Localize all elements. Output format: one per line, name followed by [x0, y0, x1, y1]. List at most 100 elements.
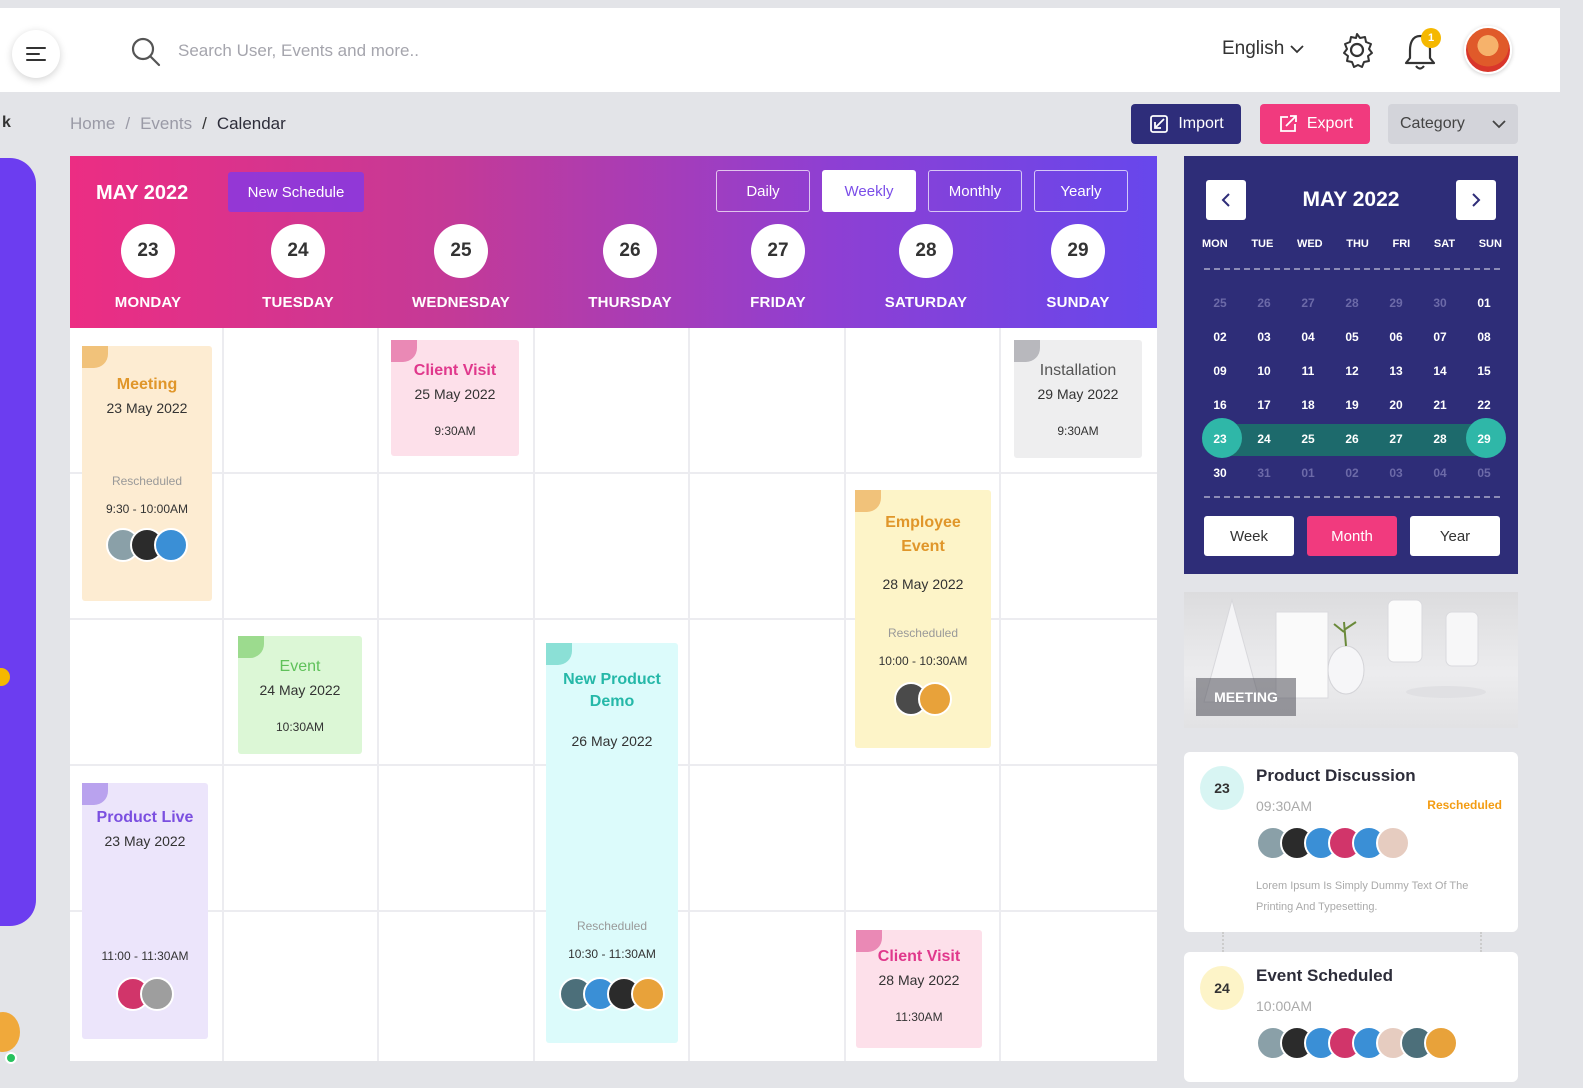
day-header[interactable]: 28 SATURDAY [851, 224, 1001, 311]
day-name: SATURDAY [884, 294, 968, 311]
event-event[interactable]: Event 24 May 2022 10:30AM [238, 636, 362, 754]
date-cell[interactable]: 27 [1378, 422, 1414, 456]
date-cell[interactable]: 17 [1246, 388, 1282, 422]
day-header[interactable]: 26 THURSDAY [555, 224, 705, 311]
date-cell-selected[interactable]: 23 [1202, 418, 1242, 458]
agenda-card[interactable]: 23 Product Discussion 09:30AM Reschedule… [1184, 752, 1518, 932]
date-cell[interactable]: 09 [1202, 354, 1238, 388]
date-cell[interactable]: 12 [1334, 354, 1370, 388]
next-month-button[interactable] [1456, 180, 1496, 220]
category-dropdown[interactable]: Category [1388, 104, 1518, 144]
day-header[interactable]: 25 WEDNESDAY [386, 224, 536, 311]
import-label: Import [1178, 115, 1224, 132]
date-cell[interactable]: 03 [1378, 456, 1414, 490]
date-cell[interactable]: 27 [1290, 286, 1326, 320]
search-input[interactable] [178, 36, 678, 66]
date-cell[interactable]: 21 [1422, 388, 1458, 422]
date-cell[interactable]: 07 [1422, 320, 1458, 354]
event-meeting[interactable]: Meeting 23 May 2022 Rescheduled 9:30 - 1… [82, 346, 212, 601]
event-time: 10:30AM [275, 720, 325, 734]
day-number: 24 [271, 224, 325, 278]
export-label: Export [1306, 115, 1354, 132]
tab-monthly[interactable]: Monthly [928, 170, 1022, 212]
day-header[interactable]: 23 MONDAY [73, 224, 223, 311]
new-schedule-button[interactable]: New Schedule [228, 172, 364, 212]
import-icon [1150, 115, 1169, 133]
date-cell[interactable]: 28 [1422, 422, 1458, 456]
date-cell[interactable]: 13 [1378, 354, 1414, 388]
event-product-live[interactable]: Product Live 23 May 2022 11:00 - 11:30AM [82, 783, 208, 1039]
date-cell-selected[interactable]: 29 [1466, 418, 1506, 458]
event-installation[interactable]: Installation 29 May 2022 9:30AM [1014, 340, 1142, 458]
date-cell[interactable]: 25 [1202, 286, 1238, 320]
sidebar-avatar[interactable] [0, 1012, 20, 1052]
date-cell[interactable]: 20 [1378, 388, 1414, 422]
date-cell[interactable]: 05 [1334, 320, 1370, 354]
date-cell[interactable]: 08 [1466, 320, 1502, 354]
date-cell[interactable]: 29 [1378, 286, 1414, 320]
date-cell[interactable]: 01 [1466, 286, 1502, 320]
date-cell[interactable]: 30 [1422, 286, 1458, 320]
event-new-product-demo[interactable]: New Product Demo 26 May 2022 Rescheduled… [546, 643, 678, 1043]
event-time: 10:30 - 11:30AM [568, 947, 656, 961]
attendee-avatars [82, 977, 208, 1011]
date-cell[interactable]: 18 [1290, 388, 1326, 422]
year-button[interactable]: Year [1410, 516, 1500, 556]
date-cell[interactable]: 04 [1290, 320, 1326, 354]
tab-weekly[interactable]: Weekly [822, 170, 916, 212]
breadcrumb-home[interactable]: Home [70, 114, 115, 134]
date-cell[interactable]: 10 [1246, 354, 1282, 388]
date-cell[interactable]: 02 [1334, 456, 1370, 490]
grid-divider [688, 328, 690, 1061]
attendee-avatars [82, 528, 212, 562]
day-number: 26 [603, 224, 657, 278]
event-date: 28 May 2022 [878, 972, 960, 988]
weekday-label: SUN [1478, 238, 1502, 250]
date-cell[interactable]: 19 [1334, 388, 1370, 422]
import-button[interactable]: Import [1131, 104, 1241, 144]
agenda-status: Rescheduled [1427, 798, 1502, 812]
date-cell[interactable]: 28 [1334, 286, 1370, 320]
date-cell[interactable]: 02 [1202, 320, 1238, 354]
date-cell[interactable]: 15 [1466, 354, 1502, 388]
week-button[interactable]: Week [1204, 516, 1294, 556]
event-client-visit[interactable]: Client Visit 28 May 2022 11:30AM [856, 930, 982, 1048]
user-avatar[interactable] [1464, 26, 1512, 74]
day-header[interactable]: 24 TUESDAY [223, 224, 373, 311]
event-employee-event[interactable]: Employee Event 28 May 2022 Rescheduled 1… [855, 490, 991, 748]
date-cell[interactable]: 03 [1246, 320, 1282, 354]
date-cell[interactable]: 11 [1290, 354, 1326, 388]
date-cell[interactable]: 26 [1246, 286, 1282, 320]
day-name: WEDNESDAY [412, 294, 510, 311]
gear-icon[interactable] [1337, 30, 1377, 70]
search-icon [131, 37, 161, 67]
breadcrumb-events[interactable]: Events [140, 114, 192, 134]
day-header[interactable]: 29 SUNDAY [1003, 224, 1153, 311]
tab-daily[interactable]: Daily [716, 170, 810, 212]
breadcrumb: Home / Events / Calendar [70, 114, 286, 134]
date-cell[interactable]: 16 [1202, 388, 1238, 422]
date-cell[interactable]: 06 [1378, 320, 1414, 354]
date-cell[interactable]: 01 [1290, 456, 1326, 490]
date-cell[interactable]: 31 [1246, 456, 1282, 490]
agenda-card[interactable]: 24 Event Scheduled 10:00AM [1184, 952, 1518, 1082]
menu-toggle-button[interactable] [12, 30, 60, 78]
tab-yearly[interactable]: Yearly [1034, 170, 1128, 212]
date-cell[interactable]: 26 [1334, 422, 1370, 456]
date-cell[interactable]: 04 [1422, 456, 1458, 490]
event-client-visit[interactable]: Client Visit 25 May 2022 9:30AM [391, 340, 519, 456]
date-cell[interactable]: 05 [1466, 456, 1502, 490]
avatar [140, 977, 174, 1011]
language-selector[interactable]: English [1222, 38, 1304, 60]
date-cell[interactable]: 30 [1202, 456, 1238, 490]
avatar [154, 528, 188, 562]
grid-divider [70, 472, 1157, 474]
month-button[interactable]: Month [1307, 516, 1397, 556]
date-cell[interactable]: 25 [1290, 422, 1326, 456]
date-cell[interactable]: 14 [1422, 354, 1458, 388]
day-header[interactable]: 27 FRIDAY [703, 224, 853, 311]
date-cell[interactable]: 24 [1246, 422, 1282, 456]
date-cell[interactable]: 22 [1466, 388, 1502, 422]
export-button[interactable]: Export [1260, 104, 1370, 144]
day-number: 23 [121, 224, 175, 278]
